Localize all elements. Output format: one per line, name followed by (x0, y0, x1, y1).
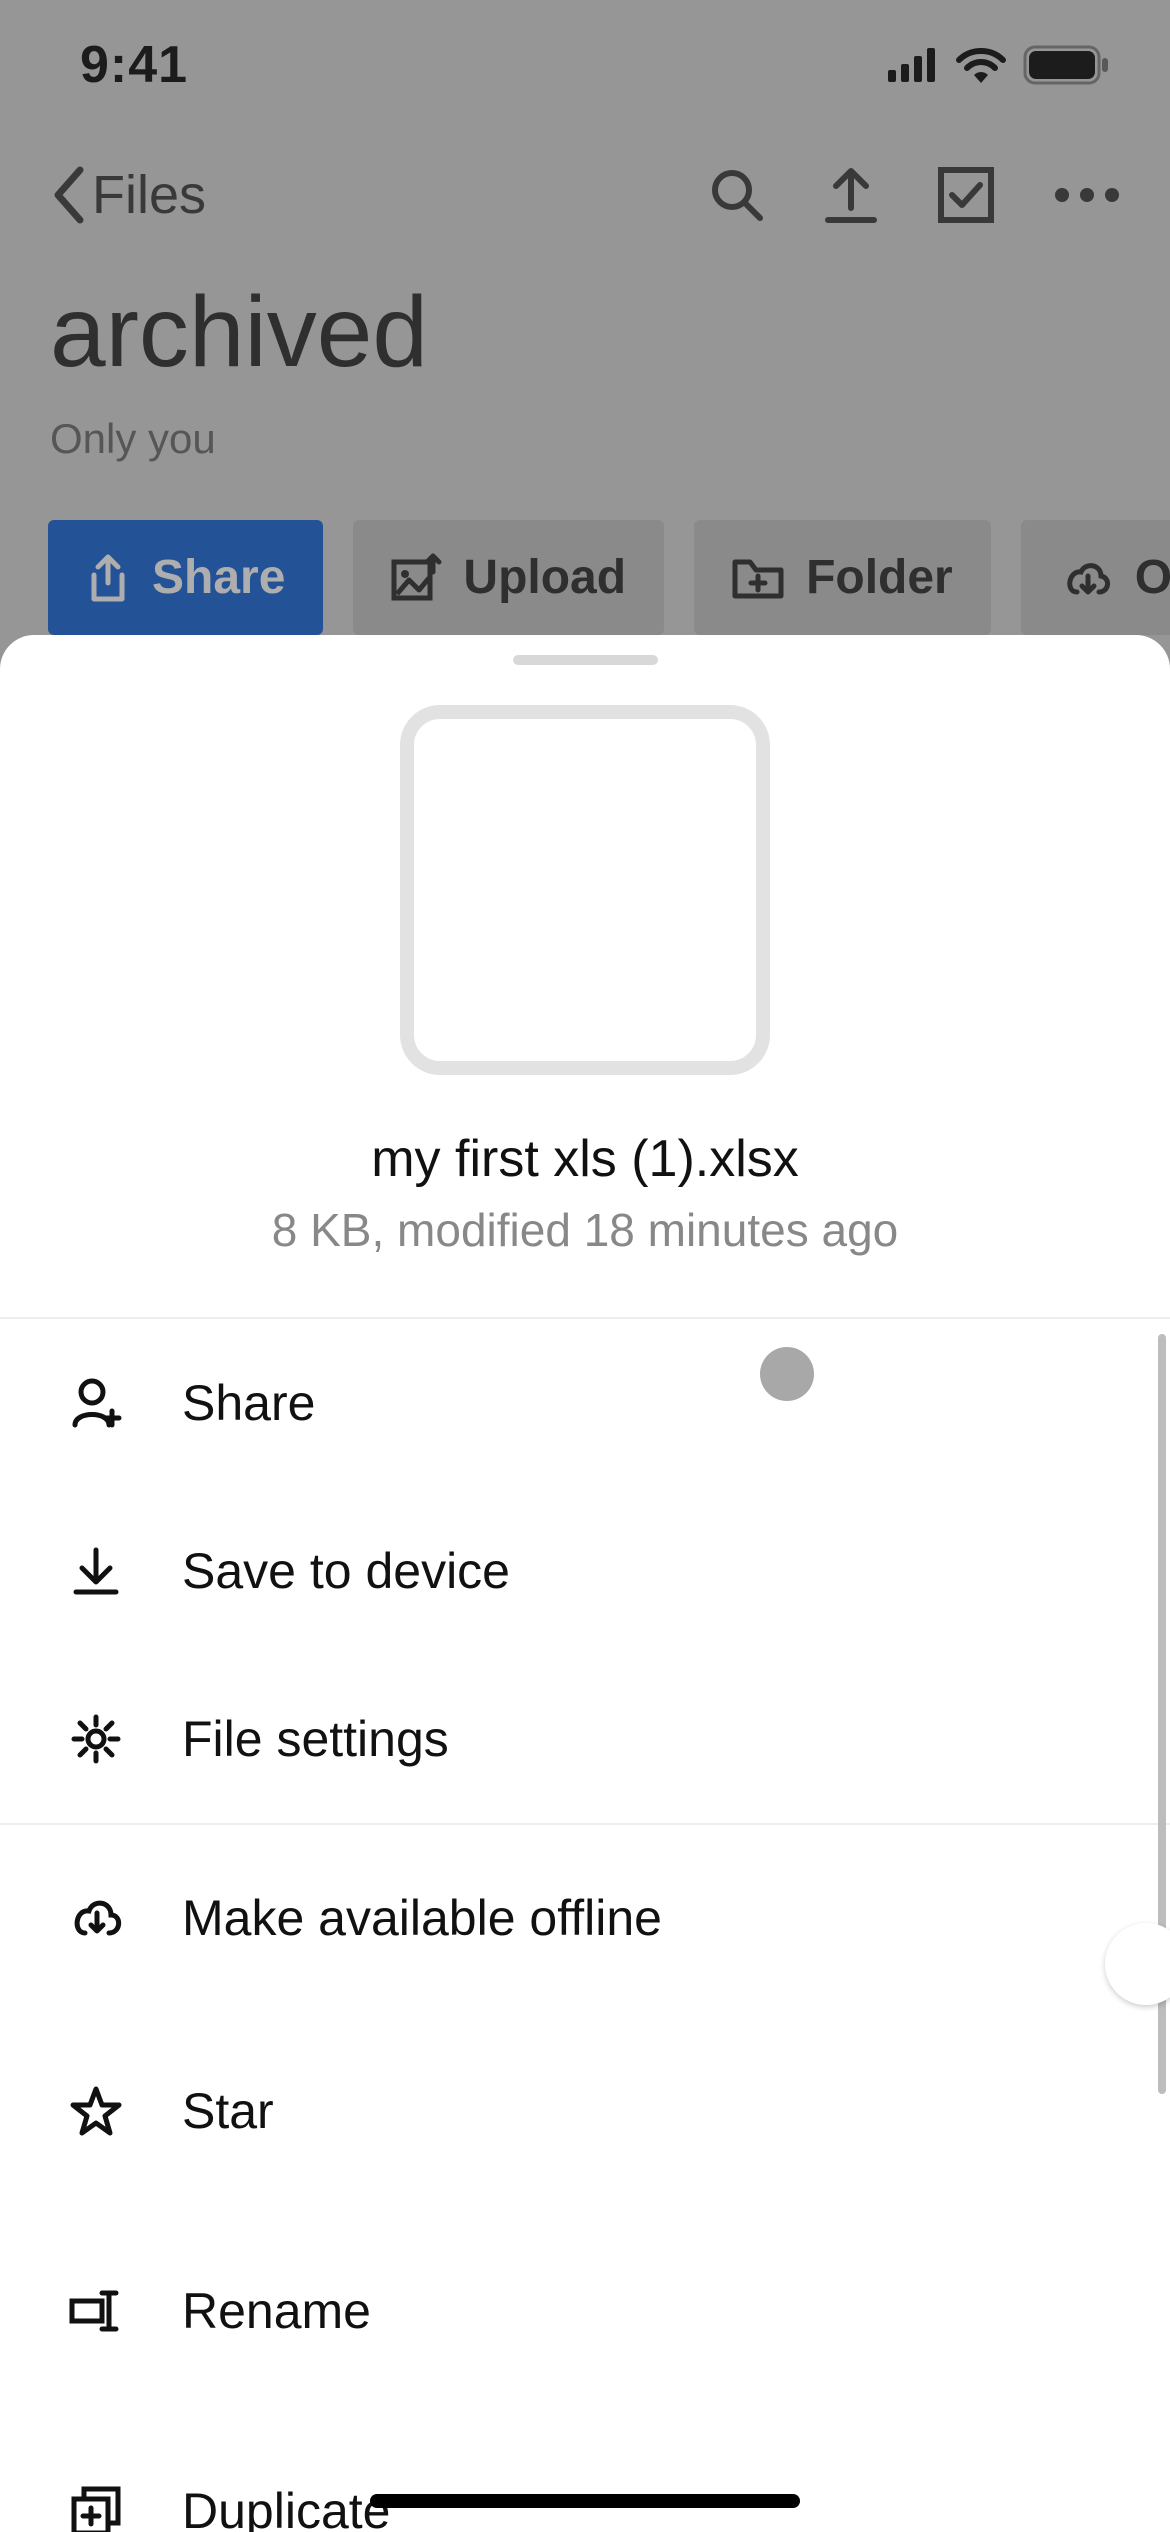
action-save-label: Save to device (182, 1542, 1100, 1600)
action-share[interactable]: Share (0, 1319, 1170, 1487)
home-indicator[interactable] (370, 2494, 800, 2508)
file-name: my first xls (1).xlsx (0, 1129, 1170, 1189)
star-icon (70, 2085, 122, 2137)
file-thumbnail (400, 705, 770, 1075)
duplicate-icon (70, 2485, 122, 2532)
action-save-device[interactable]: Save to device (0, 1487, 1170, 1655)
action-rename[interactable]: Rename (0, 2211, 1170, 2411)
action-duplicate[interactable]: Duplicate (0, 2411, 1170, 2532)
action-share-label: Share (182, 1374, 1100, 1432)
file-meta: 8 KB, modified 18 minutes ago (0, 1203, 1170, 1257)
action-file-settings[interactable]: File settings (0, 1655, 1170, 1823)
action-rename-label: Rename (182, 2282, 1100, 2340)
actions-list: Share Save to device File settings Make … (0, 1319, 1170, 2532)
action-offline[interactable]: Make available offline (0, 1825, 1170, 2011)
action-star-label: Star (182, 2082, 1100, 2140)
cloud-download-icon (70, 1892, 122, 1944)
gear-icon (70, 1713, 122, 1765)
collaborator-avatar (760, 1347, 814, 1401)
person-plus-icon (70, 1377, 122, 1429)
action-offline-label: Make available offline (182, 1889, 1100, 1947)
sheet-grabber[interactable] (513, 655, 658, 665)
file-actions-sheet: my first xls (1).xlsx 8 KB, modified 18 … (0, 635, 1170, 2532)
action-settings-label: File settings (182, 1710, 1100, 1768)
rename-icon (70, 2285, 122, 2337)
download-icon (70, 1545, 122, 1597)
action-star[interactable]: Star (0, 2011, 1170, 2211)
